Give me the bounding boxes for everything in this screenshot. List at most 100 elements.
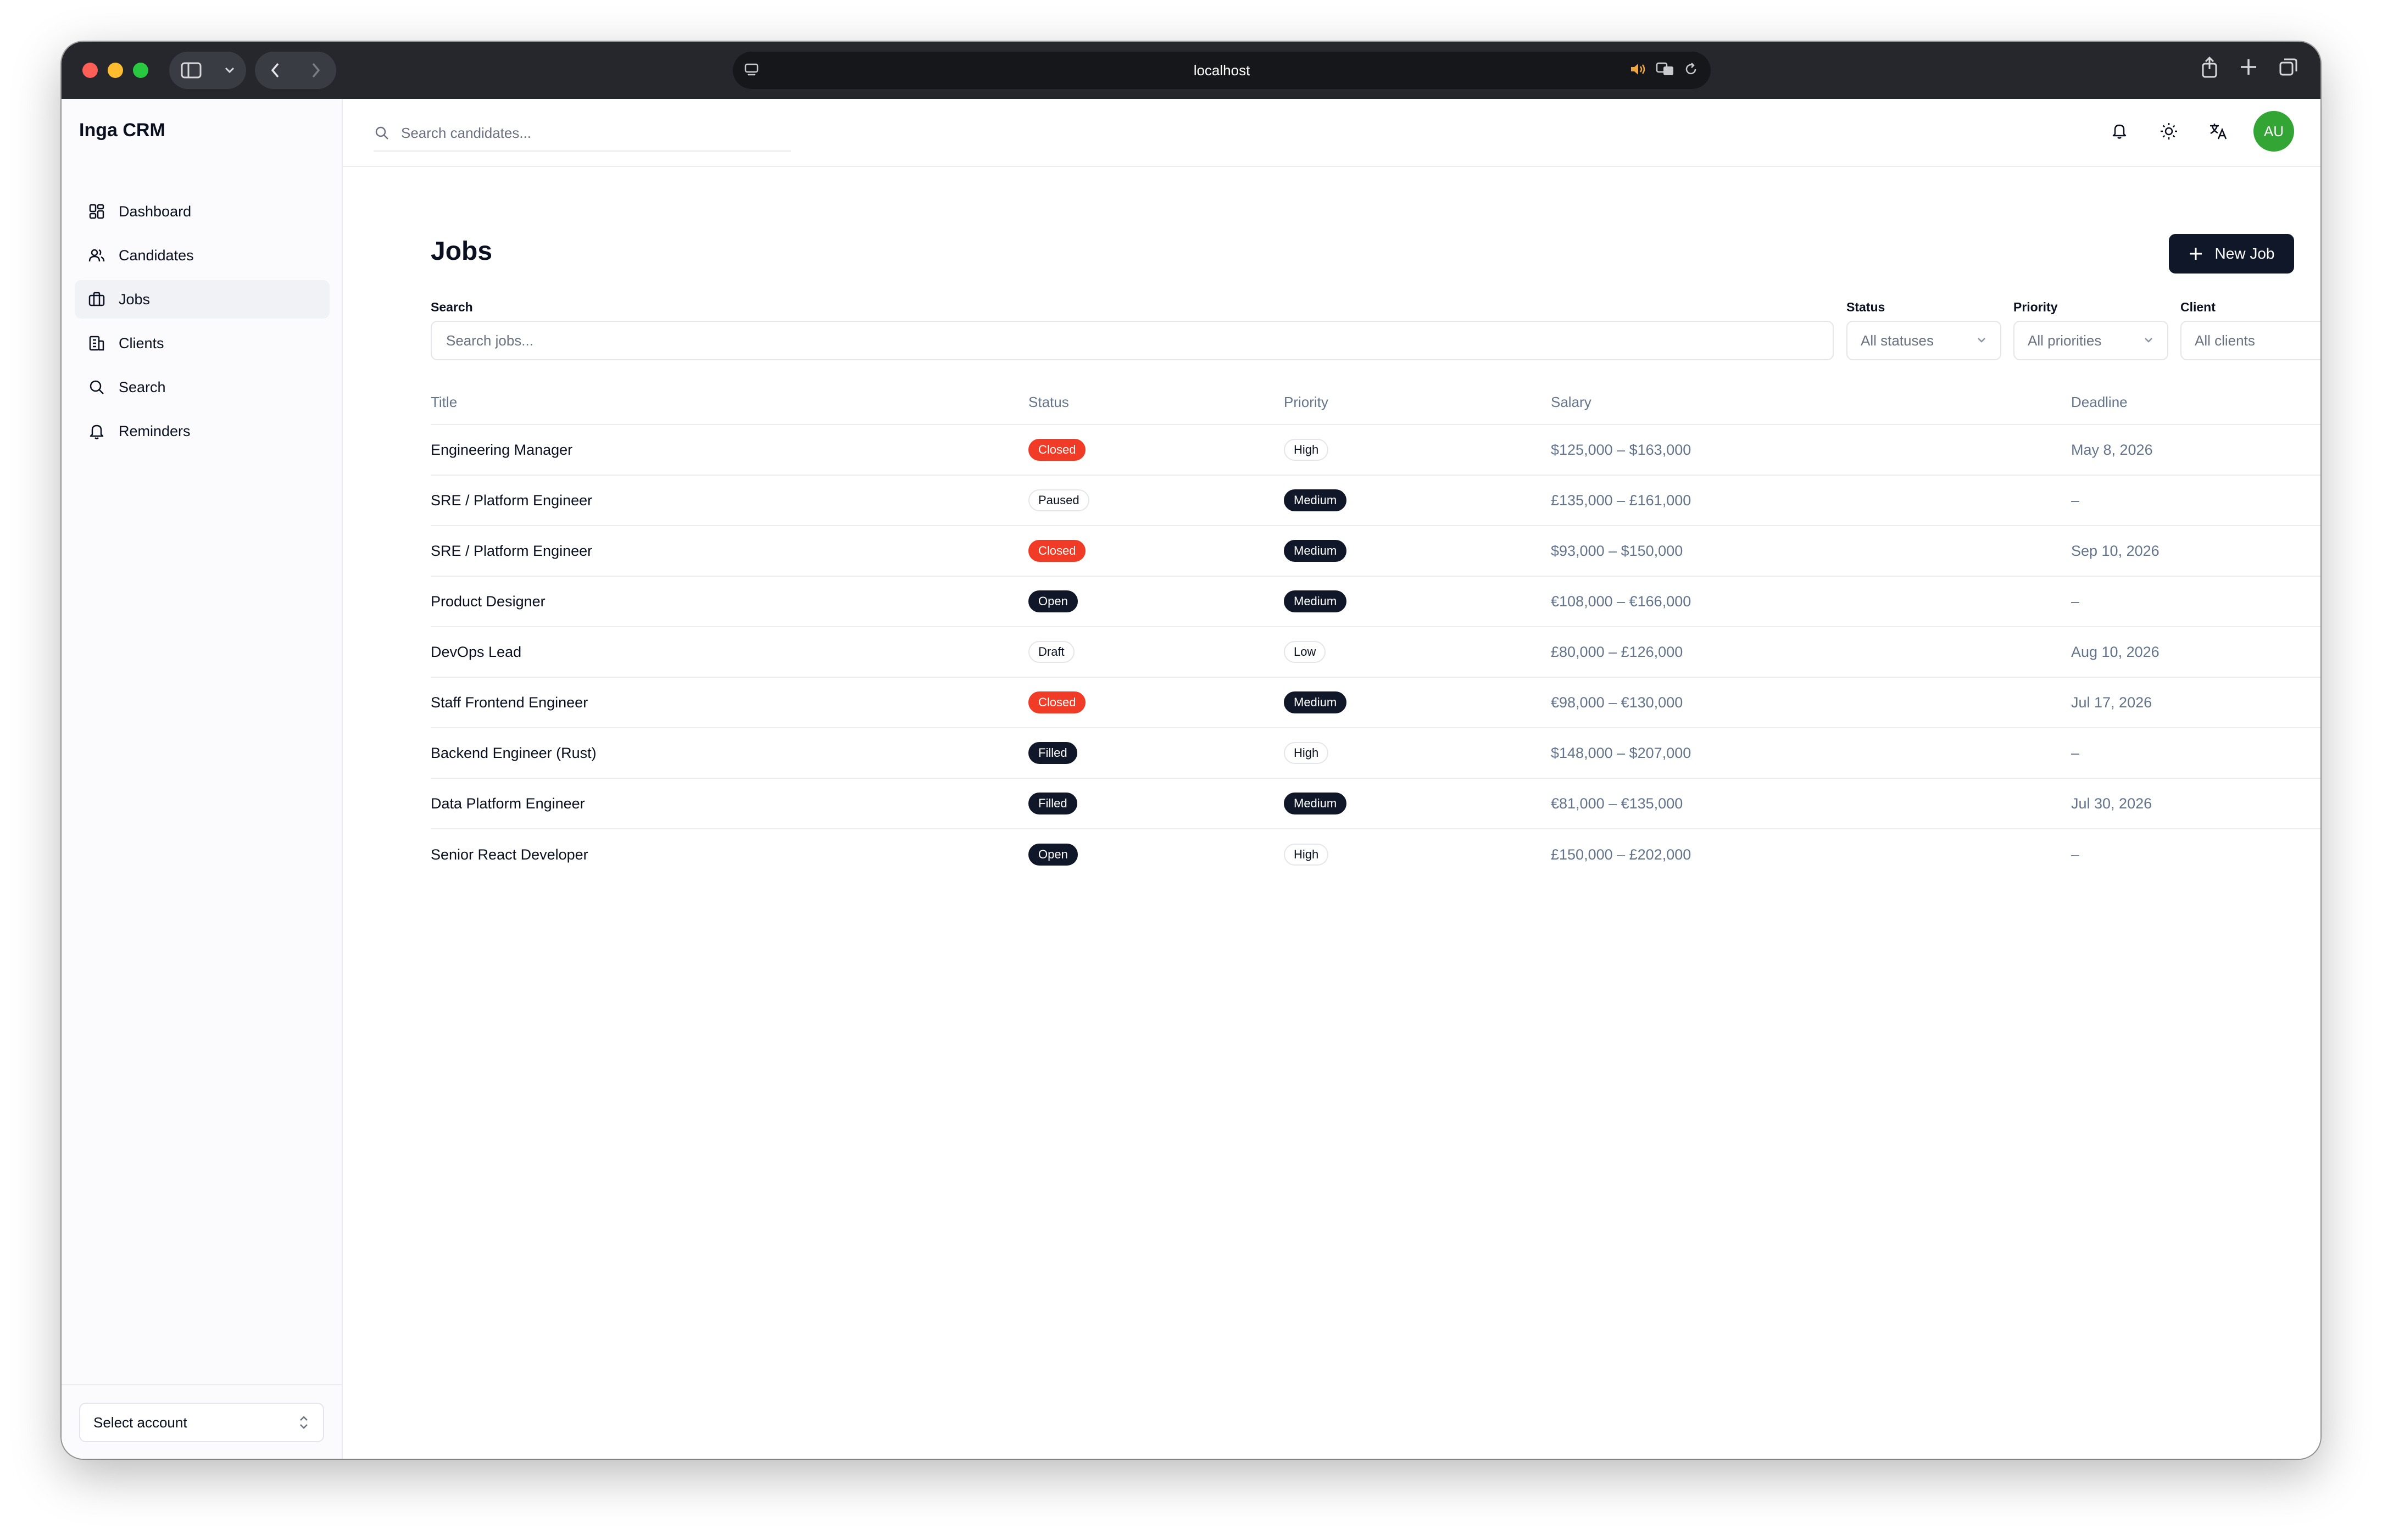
chevron-down-icon [2145,338,2152,343]
candidate-search [374,115,791,152]
job-title: Product Designer [431,593,546,610]
back-icon[interactable] [270,62,280,79]
priority-badge: Medium [1284,793,1347,814]
sidebar-toggle-group [169,52,246,89]
language-button[interactable] [2204,117,2233,146]
salary-range: €98,000 – €130,000 [1551,694,1683,711]
sidebar-toggle-icon[interactable] [181,62,202,79]
zoom-window-button[interactable] [133,63,148,78]
status-badge: Closed [1028,691,1086,713]
priority-badge: High [1284,844,1329,866]
new-job-label: New Job [2214,245,2275,262]
sidebar-item-candidates[interactable]: Candidates [75,236,330,275]
bell-icon [2112,124,2127,139]
priority-filter-select[interactable]: All priorities [2013,321,2168,360]
reload-icon[interactable] [1683,62,1699,80]
table-row[interactable]: Senior React Developer Open High £150,00… [431,829,2320,880]
sidebar-item-dashboard[interactable]: Dashboard [75,192,330,231]
priority-badge: High [1284,742,1329,764]
sidebar-item-label: Clients [119,334,164,351]
salary-range: £135,000 – £161,000 [1551,492,1691,509]
dashboard-icon [89,204,104,219]
jobs-table: Title Status Priority Salary Deadline En… [431,380,2320,880]
close-window-button[interactable] [82,63,98,78]
salary-range: €108,000 – €166,000 [1551,593,1691,610]
column-header-title[interactable]: Title [431,394,457,411]
table-row[interactable]: SRE / Platform Engineer Paused Medium £1… [431,476,2320,526]
column-header-status[interactable]: Status [1028,394,1069,411]
sidebar-item-label: Dashboard [119,203,192,220]
candidate-search-input[interactable] [400,124,773,142]
table-row[interactable]: Engineering Manager Closed High $125,000… [431,425,2320,476]
priority-badge: Medium [1284,691,1347,713]
priority-filter-value: All priorities [2028,332,2102,349]
sidebar-item-search[interactable]: Search [75,368,330,406]
salary-range: $125,000 – $163,000 [1551,441,1691,458]
deadline: Jul 30, 2026 [2071,795,2152,812]
job-title: Engineering Manager [431,441,573,458]
table-row[interactable]: Data Platform Engineer Filled Medium €81… [431,779,2320,829]
brand-name: Inga CRM [79,120,165,141]
priority-badge: Low [1284,641,1326,663]
chevron-up-down-icon [300,1416,308,1429]
speaker-icon[interactable] [1629,62,1648,80]
table-row[interactable]: DevOps Lead Draft Low £80,000 – £126,000… [431,627,2320,678]
table-header: Title Status Priority Salary Deadline [431,380,2320,425]
deadline: Jul 17, 2026 [2071,694,2152,711]
status-badge: Draft [1028,641,1075,663]
account-select[interactable]: Select account [79,1403,324,1442]
deadline: – [2071,492,2080,509]
new-job-button[interactable]: New Job [2169,234,2294,274]
status-filter-label: Status [1846,300,1885,314]
table-row[interactable]: Staff Frontend Engineer Closed Medium €9… [431,678,2320,728]
user-avatar[interactable]: AU [2253,111,2294,152]
job-title: SRE / Platform Engineer [431,542,593,559]
client-filter-select[interactable]: All clients [2180,321,2320,360]
new-tab-icon[interactable] [2239,58,2258,79]
job-title: Staff Frontend Engineer [431,694,588,711]
status-filter-select[interactable]: All statuses [1846,321,2001,360]
column-header-priority[interactable]: Priority [1284,394,1328,411]
address-bar[interactable]: localhost [733,52,1711,89]
chevron-down-icon [1978,338,1985,343]
briefcase-icon [88,292,105,306]
column-header-deadline[interactable]: Deadline [2071,394,2128,411]
search-filter-label: Search [431,300,473,314]
sidebar-item-label: Jobs [119,291,151,308]
job-title: Senior React Developer [431,846,588,863]
deadline: Aug 10, 2026 [2071,643,2160,660]
client-filter-label: Client [2180,300,2216,314]
deadline: – [2071,744,2080,761]
forward-icon[interactable] [311,62,321,79]
sidebar-item-clients[interactable]: Clients [75,324,330,362]
status-badge: Open [1028,844,1078,866]
deadline: Sep 10, 2026 [2071,542,2160,559]
table-row[interactable]: SRE / Platform Engineer Closed Medium $9… [431,526,2320,577]
priority-badge: High [1284,439,1329,461]
bell-icon [90,425,104,439]
job-search-input[interactable] [445,331,1819,350]
history-nav-group [255,52,336,89]
salary-range: £80,000 – £126,000 [1551,643,1683,660]
minimize-window-button[interactable] [108,63,123,78]
share-icon[interactable] [2201,56,2218,81]
priority-badge: Medium [1284,540,1347,562]
sidebar-nav: Dashboard Candidates Jobs Clients Search… [75,192,330,456]
page-title: Jobs [431,237,493,266]
priority-badge: Medium [1284,489,1347,511]
translate-icon [2210,124,2227,140]
url-text: localhost [1193,62,1250,79]
salary-range: $148,000 – $207,000 [1551,744,1691,761]
column-header-salary[interactable]: Salary [1551,394,1591,411]
table-row[interactable]: Product Designer Open Medium €108,000 – … [431,577,2320,627]
notifications-button[interactable] [2105,117,2134,146]
users-icon [88,249,105,262]
translate-icon[interactable] [1656,62,1676,80]
tab-overview-icon[interactable] [2279,57,2298,80]
sidebar-item-jobs[interactable]: Jobs [75,280,330,319]
chevron-down-icon[interactable] [224,66,235,74]
table-row[interactable]: Backend Engineer (Rust) Filled High $148… [431,728,2320,779]
theme-toggle-button[interactable] [2155,117,2183,146]
sidebar-item-reminders[interactable]: Reminders [75,412,330,450]
deadline: May 8, 2026 [2071,441,2153,458]
